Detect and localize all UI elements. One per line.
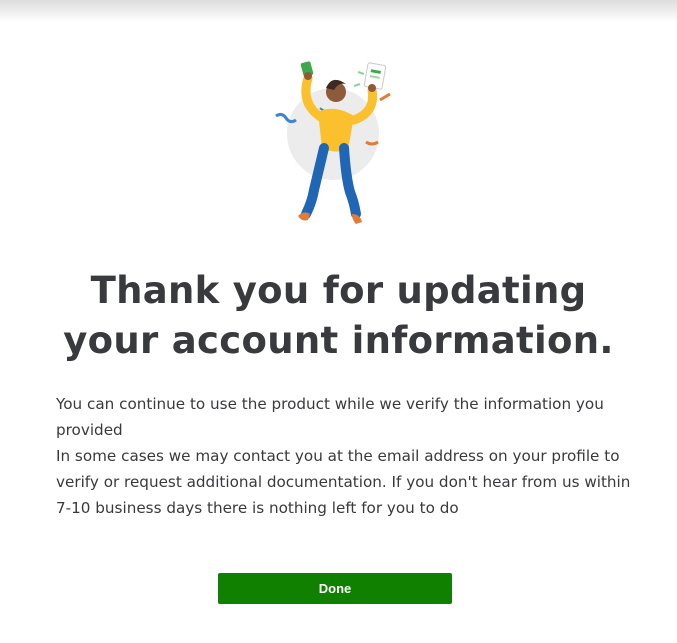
page-title: Thank you for updating your account info… — [0, 266, 677, 366]
page-title-line-1: Thank you for updating — [90, 269, 587, 312]
description-paragraph-1: You can continue to use the product whil… — [56, 395, 604, 439]
page-title-line-2: your account information. — [63, 319, 614, 362]
description: You can continue to use the product whil… — [56, 391, 636, 521]
celebrating-person-icon — [268, 54, 408, 244]
done-button[interactable]: Done — [218, 573, 452, 604]
description-paragraph-2: In some cases we may contact you at the … — [56, 447, 631, 517]
top-shadow — [0, 0, 677, 22]
